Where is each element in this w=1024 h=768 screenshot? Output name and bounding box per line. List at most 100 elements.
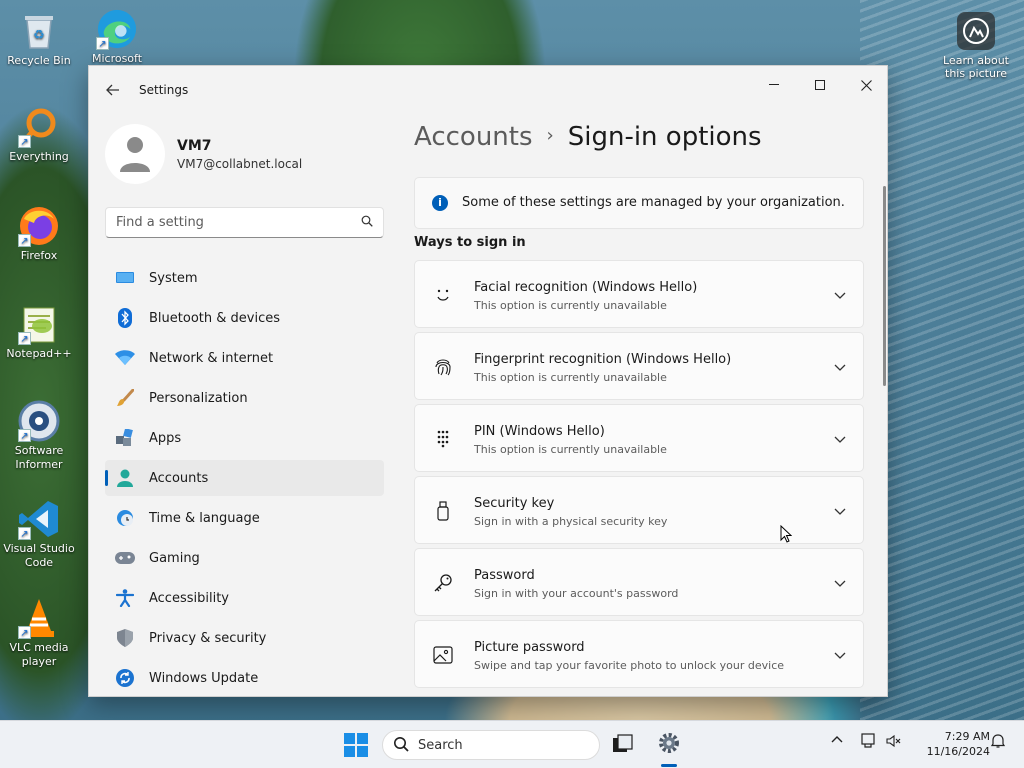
sidebar-item-apps[interactable]: Apps (105, 420, 384, 456)
desktop-icon-software-informer[interactable]: ↗ Software Informer (0, 400, 78, 472)
search-input[interactable]: Find a setting (105, 207, 384, 238)
network-status-button[interactable] (860, 733, 878, 753)
apps-icon (115, 428, 135, 448)
desktop-icon-label: VLC media player (9, 641, 69, 668)
sidebar-item-gaming[interactable]: Gaming (105, 540, 384, 576)
breadcrumb-chevron-icon: › (546, 125, 554, 146)
ethernet-icon (861, 733, 875, 748)
shortcut-arrow-icon: ↗ (18, 429, 31, 442)
main-content: Accounts › Sign-in options i Some of these… (414, 66, 887, 696)
show-hidden-icons-button[interactable] (830, 733, 844, 751)
task-view-icon (613, 734, 633, 752)
chevron-down-icon (833, 287, 847, 301)
sidebar-item-windows-update[interactable]: Windows Update (105, 660, 384, 696)
sidebar-item-privacy-security[interactable]: Privacy & security (105, 620, 384, 656)
sidebar-item-personalization[interactable]: Personalization (105, 380, 384, 416)
clock-globe-icon (115, 508, 135, 528)
search-icon (361, 215, 373, 231)
taskbar-search[interactable]: Search (382, 730, 600, 760)
accounts-icon (115, 468, 135, 488)
user-silhouette-icon (120, 137, 150, 172)
firefox-icon: ↗ (18, 205, 60, 247)
sidebar-item-accessibility[interactable]: Accessibility (105, 580, 384, 616)
desktop-icon-notepadpp[interactable]: ↗ Notepad++ (0, 303, 78, 361)
signin-option-pin[interactable]: PIN (Windows Hello) This option is curre… (414, 404, 864, 472)
sidebar-item-system[interactable]: System (105, 260, 384, 296)
sidebar-item-network[interactable]: Network & internet (105, 340, 384, 376)
usb-key-icon (431, 500, 455, 522)
desktop-icon-label: Microsoft (91, 52, 143, 65)
sidebar-item-label: Privacy & security (149, 630, 267, 646)
avatar (105, 124, 165, 184)
mouse-cursor-icon (780, 525, 792, 543)
task-view-button[interactable] (612, 733, 634, 759)
bluetooth-icon (115, 308, 135, 328)
chevron-down-icon (833, 431, 847, 445)
option-title: Fingerprint recognition (Windows Hello) (474, 352, 732, 367)
option-subtitle: Sign in with a physical security key (474, 515, 668, 528)
software-informer-icon: ↗ (18, 400, 60, 442)
content-scrollbar[interactable] (883, 186, 886, 386)
update-icon (115, 668, 135, 688)
sidebar-item-time-language[interactable]: Time & language (105, 500, 384, 536)
accessibility-icon (115, 588, 135, 608)
active-app-indicator (661, 764, 677, 767)
option-title: Picture password (474, 640, 585, 655)
svg-text:♻: ♻ (33, 28, 45, 43)
windows-logo-icon (344, 733, 368, 757)
sidebar-item-label: Network & internet (149, 350, 274, 366)
recycle-bin-icon: ♻ (18, 10, 60, 52)
sidebar-item-label: Windows Update (149, 670, 259, 686)
volume-button[interactable] (886, 733, 902, 753)
option-title: PIN (Windows Hello) (474, 424, 605, 439)
gamepad-icon (115, 548, 135, 568)
user-name: VM7 (177, 138, 212, 154)
app-title: Settings (139, 83, 189, 97)
clock-date: 11/16/2024 (926, 745, 990, 758)
desktop-icon-recycle-bin[interactable]: ♻ Recycle Bin (0, 10, 78, 68)
notifications-button[interactable] (990, 733, 1006, 753)
option-subtitle: Swipe and tap your favorite photo to unl… (474, 659, 785, 672)
sidebar-item-accounts[interactable]: Accounts (105, 460, 384, 496)
breadcrumb-accounts-link[interactable]: Accounts (414, 122, 533, 152)
option-subtitle: This option is currently unavailable (474, 371, 667, 384)
keypad-icon (431, 428, 455, 450)
camera-info-icon (957, 12, 995, 50)
user-email: VM7@collabnet.local (177, 157, 303, 171)
system-icon (115, 268, 135, 288)
chevron-up-icon (831, 736, 843, 743)
signin-option-facial-recognition[interactable]: Facial recognition (Windows Hello) This … (414, 260, 864, 328)
desktop-icon-label: Notepad++ (6, 347, 72, 360)
signin-option-security-key[interactable]: Security key Sign in with a physical sec… (414, 476, 864, 544)
face-icon (431, 284, 455, 306)
chevron-down-icon (833, 359, 847, 373)
start-button[interactable] (344, 733, 368, 761)
back-button[interactable] (101, 78, 125, 102)
option-title: Security key (474, 496, 555, 511)
gear-icon (659, 733, 679, 753)
taskbar-clock[interactable]: 7:29 AM 11/16/2024 (910, 729, 990, 759)
shortcut-arrow-icon: ↗ (18, 527, 31, 540)
notepadpp-icon: ↗ (18, 303, 60, 345)
signin-option-picture-password[interactable]: Picture password Swipe and tap your favo… (414, 620, 864, 688)
desktop-icon-firefox[interactable]: ↗ Firefox (0, 205, 78, 263)
learn-about-picture-button[interactable]: Learn about this picture (940, 12, 1012, 80)
shield-icon (115, 628, 135, 648)
desktop-icon-vscode[interactable]: ↗ Visual Studio Code (0, 498, 78, 570)
desktop-icon-label: Visual Studio Code (3, 542, 75, 569)
signin-option-fingerprint[interactable]: Fingerprint recognition (Windows Hello) … (414, 332, 864, 400)
sidebar-item-label: System (149, 270, 198, 286)
taskbar-settings-app[interactable] (657, 731, 681, 759)
vlc-icon: ↗ (18, 597, 60, 639)
signin-option-password[interactable]: Password Sign in with your account's pas… (414, 548, 864, 616)
section-title: Ways to sign in (414, 235, 526, 250)
sign-in-options-list: Facial recognition (Windows Hello) This … (414, 260, 864, 692)
sidebar-item-bluetooth[interactable]: Bluetooth & devices (105, 300, 384, 336)
option-subtitle: Sign in with your account's password (474, 587, 679, 600)
desktop-icon-everything[interactable]: ↗ Everything (0, 106, 78, 164)
option-title: Facial recognition (Windows Hello) (474, 280, 698, 295)
learn-about-picture-label: Learn about this picture (943, 54, 1009, 80)
desktop-icon-edge[interactable]: ↗ Microsoft (78, 8, 156, 66)
wifi-icon (115, 348, 135, 368)
desktop-icon-vlc[interactable]: ↗ VLC media player (0, 597, 78, 669)
